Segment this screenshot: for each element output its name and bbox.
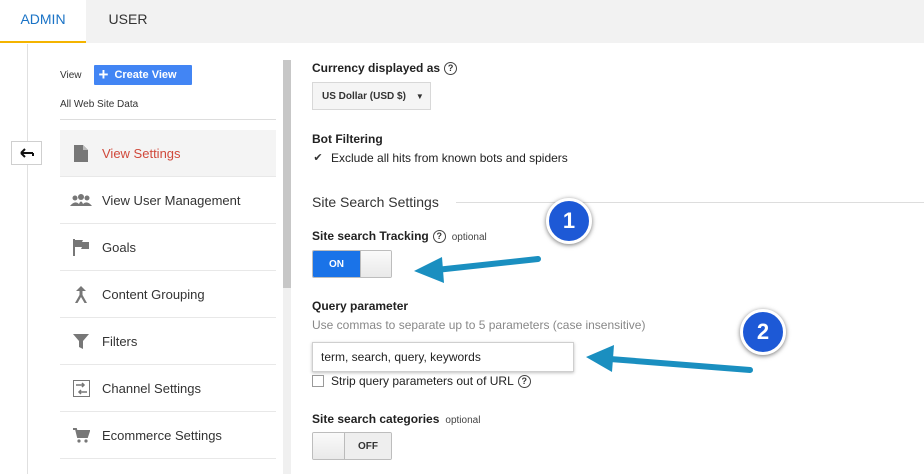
callout-badge-2: 2 xyxy=(740,309,786,355)
callout-arrowhead-1 xyxy=(414,257,444,283)
callout-arrow-2 xyxy=(607,356,753,373)
callout-arrow-1 xyxy=(433,256,541,273)
callout-badge-1: 1 xyxy=(546,198,592,244)
callout-arrowhead-2 xyxy=(586,345,614,372)
callout-arrows xyxy=(414,256,753,373)
